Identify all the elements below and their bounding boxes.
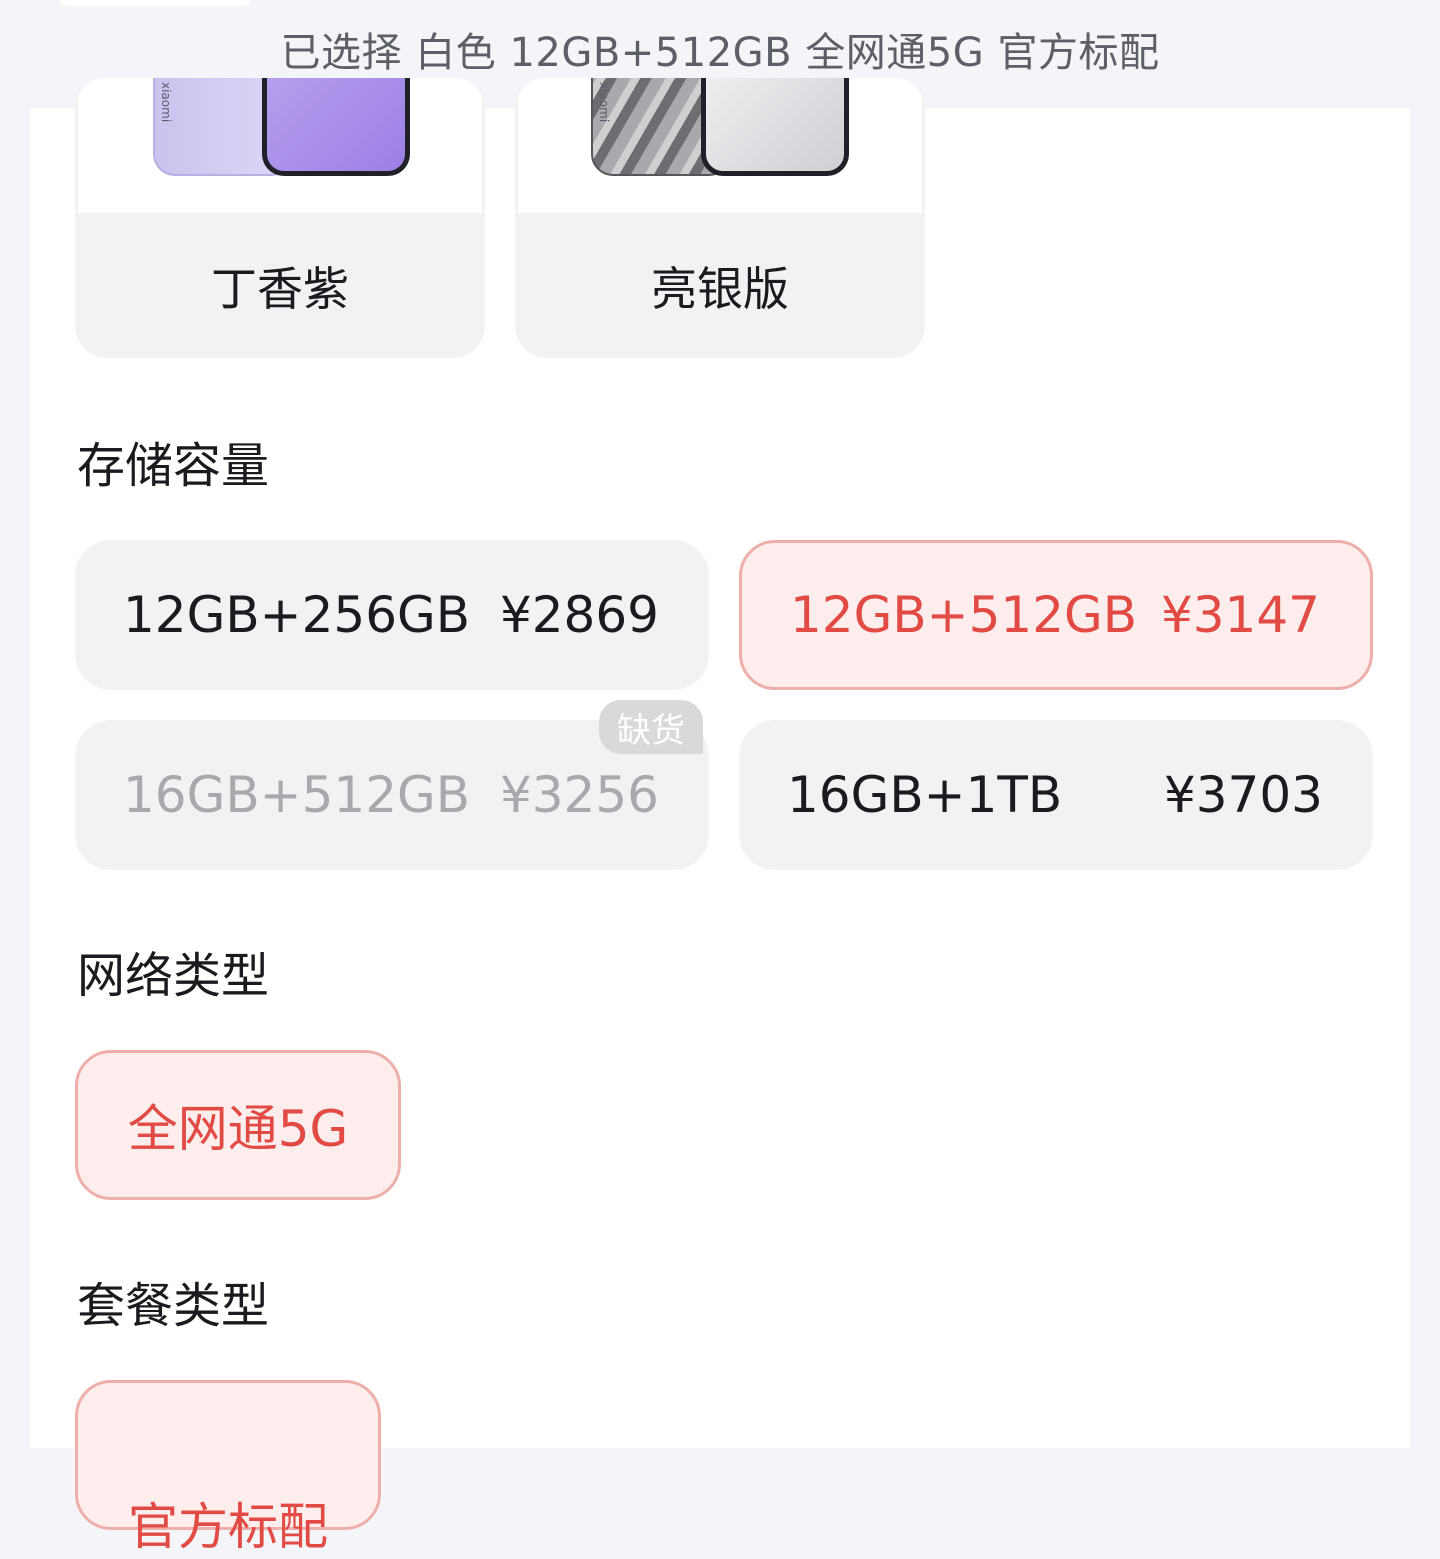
storage-option-16-512[interactable]: 16GB+512GB ¥3256 缺货 (75, 700, 709, 870)
network-option-5g[interactable]: 全网通5G (75, 1050, 401, 1200)
storage-price: ¥2869 (499, 586, 659, 644)
phone-image-silver: xiaomi (518, 78, 922, 213)
storage-price: ¥3147 (1160, 586, 1320, 644)
selection-summary: 已选择 白色 12GB+512GB 全网通5G 官方标配 (280, 30, 1160, 76)
storage-section-title: 存储容量 (77, 438, 270, 494)
storage-option-16-1tb[interactable]: 16GB+1TB ¥3703 (739, 720, 1373, 870)
package-option-official[interactable]: 官方标配 (75, 1380, 381, 1556)
storage-spec: 16GB+512GB (123, 766, 471, 824)
phone-front-illustration (701, 78, 849, 176)
phone-brand-mark: xiaomi (159, 82, 173, 123)
phone-front-illustration (262, 78, 410, 176)
storage-price: ¥3256 (499, 766, 659, 824)
package-section-title: 套餐类型 (77, 1278, 270, 1334)
storage-option-12-512[interactable]: 12GB+512GB ¥3147 (739, 540, 1373, 690)
color-option-label: 亮银版 (651, 261, 789, 316)
storage-option-12-256[interactable]: 12GB+256GB ¥2869 (75, 540, 709, 690)
package-option-label: 官方标配 (128, 1498, 328, 1556)
color-option-silver[interactable]: xiaomi 亮银版 (515, 78, 925, 358)
spec-selection-panel: xiaomi 丁香紫 xiaomi 亮银版 存储容量 12GB+256GB ¥2… (30, 78, 1410, 1556)
storage-price: ¥3703 (1163, 766, 1323, 824)
color-option-lilac[interactable]: xiaomi 丁香紫 (75, 78, 485, 358)
storage-spec: 16GB+1TB (787, 766, 1063, 824)
phone-image-lilac: xiaomi (78, 78, 482, 213)
color-option-label: 丁香紫 (211, 261, 349, 316)
phone-brand-mark: xiaomi (597, 82, 611, 123)
network-section-title: 网络类型 (77, 948, 270, 1004)
sheet-grab-handle[interactable] (60, 0, 250, 6)
out-of-stock-badge: 缺货 (599, 700, 703, 754)
storage-spec: 12GB+512GB (790, 586, 1138, 644)
storage-spec: 12GB+256GB (123, 586, 471, 644)
